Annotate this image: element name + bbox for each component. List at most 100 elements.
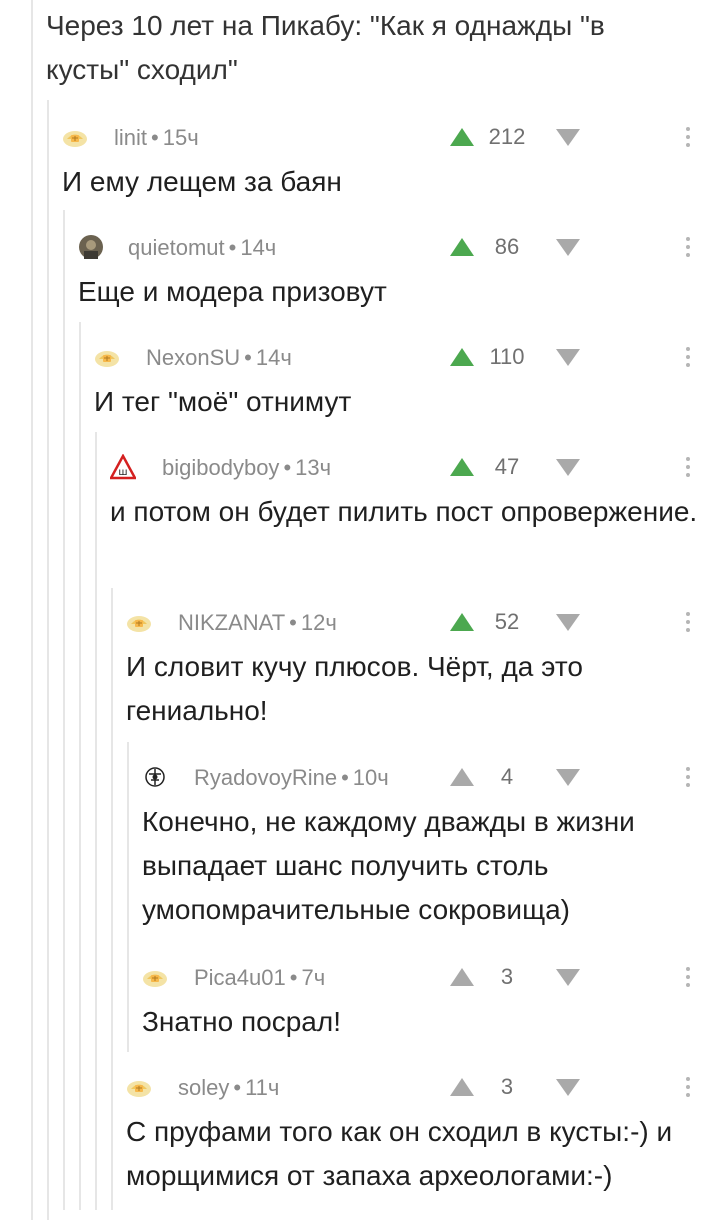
comment-header: Pica4u01 • 7ч 3	[142, 962, 720, 992]
author-name[interactable]: quietomut	[128, 235, 225, 260]
comment-rating: 47	[494, 454, 520, 479]
upvote-arrow-icon[interactable]	[450, 1078, 474, 1096]
parent-comment-text: Через 10 лет на Пикабу: "Как я однажды "…	[46, 10, 605, 85]
separator-dot: •	[283, 455, 292, 480]
comment-rating: 86	[494, 234, 520, 259]
author-name[interactable]: bigibodyboy	[162, 455, 279, 480]
comment-text: И тег "моё" отнимут	[94, 386, 352, 417]
downvote-arrow-icon[interactable]	[556, 1079, 580, 1096]
comment-text: и потом он будет пилить пост опровержени…	[110, 496, 698, 527]
downvote-arrow-icon[interactable]	[556, 769, 580, 786]
comment: soley • 11ч 3 С пруфами того как он сходил в…	[126, 1072, 720, 1198]
thread-line	[127, 742, 129, 1052]
comment-rating: 3	[500, 964, 514, 989]
comment: RyadovoyRine • 10ч 4 Конечно, не каждому два…	[142, 762, 720, 932]
comment-text: И словит кучу плюсов. Чёрт, да это гениа…	[126, 651, 583, 726]
separator-dot: •	[228, 235, 237, 260]
thread-line	[111, 588, 113, 1210]
comment: linit • 15ч 212 И ему лещем за баян	[62, 122, 720, 204]
downvote-arrow-icon[interactable]	[556, 349, 580, 366]
upvote-arrow-icon[interactable]	[450, 238, 474, 256]
default-avatar-icon[interactable]	[142, 964, 168, 990]
default-avatar-icon[interactable]	[62, 124, 88, 150]
photo-avatar-icon[interactable]	[78, 234, 104, 260]
comment-text: Еще и модера призовут	[78, 276, 387, 307]
comment-time: 10ч	[352, 765, 389, 790]
comment-meta: bigibodyboy • 13ч	[162, 455, 331, 481]
comment-header: ш bigibodyboy • 13ч 47	[110, 452, 720, 482]
comment: NIKZANAT • 12ч 52 И словит кучу плюсов. Чёрт…	[126, 607, 720, 733]
upvote-arrow-icon[interactable]	[450, 968, 474, 986]
author-name[interactable]: RyadovoyRine	[194, 765, 337, 790]
more-options-icon[interactable]	[673, 232, 703, 262]
comment-text: Знатно посрал!	[142, 1006, 341, 1037]
upvote-arrow-icon[interactable]	[450, 458, 474, 476]
upvote-arrow-icon[interactable]	[450, 348, 474, 366]
comment-time: 15ч	[162, 125, 199, 150]
comment: ш bigibodyboy • 13ч 47 и потом он будет пилит…	[110, 452, 720, 534]
more-options-icon[interactable]	[673, 607, 703, 637]
comment: Pica4u01 • 7ч 3 Знатно посрал!	[142, 962, 720, 1044]
comment-header: linit • 15ч 212	[62, 122, 720, 152]
upvote-arrow-icon[interactable]	[450, 613, 474, 631]
comment-header: soley • 11ч 3	[126, 1072, 720, 1102]
comment-meta: quietomut • 14ч	[128, 235, 276, 261]
warning-sign-avatar-icon[interactable]: ш	[110, 454, 136, 480]
separator-dot: •	[244, 345, 252, 370]
comment-rating: 3	[500, 1074, 514, 1099]
separator-dot: •	[341, 765, 349, 790]
comment-header: RyadovoyRine • 10ч 4	[142, 762, 720, 792]
comment: quietomut • 14ч 86 Еще и модера призовут	[78, 232, 720, 314]
comment-text: И ему лещем за баян	[62, 166, 342, 197]
emblem-avatar-icon[interactable]	[142, 764, 168, 790]
separator-dot: •	[289, 965, 298, 990]
default-avatar-icon[interactable]	[126, 609, 152, 635]
downvote-arrow-icon[interactable]	[556, 239, 580, 256]
upvote-arrow-icon[interactable]	[450, 768, 474, 786]
more-options-icon[interactable]	[673, 962, 703, 992]
downvote-arrow-icon[interactable]	[556, 969, 580, 986]
comment-rating: 110	[489, 344, 525, 369]
comment-time: 14ч	[255, 345, 292, 370]
comment-meta: RyadovoyRine • 10ч	[194, 765, 389, 791]
more-options-icon[interactable]	[673, 342, 703, 372]
author-name[interactable]: NexonSU	[146, 345, 240, 370]
author-name[interactable]: Pica4u01	[194, 965, 286, 990]
downvote-arrow-icon[interactable]	[556, 129, 580, 146]
default-avatar-icon[interactable]	[94, 344, 120, 370]
thread-line	[95, 432, 97, 1210]
comment-meta: NIKZANAT • 12ч	[178, 610, 337, 636]
separator-dot: •	[151, 125, 159, 150]
comment-header: quietomut • 14ч 86	[78, 232, 720, 262]
comment-header: NIKZANAT • 12ч 52	[126, 607, 720, 637]
comment-time: 13ч	[295, 455, 332, 480]
comment: NexonSU • 14ч 110 И тег "моё" отнимут	[94, 342, 720, 424]
comment-rating: 52	[494, 609, 520, 634]
downvote-arrow-icon[interactable]	[556, 459, 580, 476]
upvote-arrow-icon[interactable]	[450, 128, 474, 146]
thread-line	[79, 322, 81, 1210]
author-name[interactable]: NIKZANAT	[178, 610, 285, 635]
comment-text: С пруфами того как он сходил в кусты:-) …	[126, 1116, 673, 1191]
comment-header: NexonSU • 14ч 110	[94, 342, 720, 372]
comment-time: 14ч	[240, 235, 277, 260]
downvote-arrow-icon[interactable]	[556, 614, 580, 631]
more-options-icon[interactable]	[673, 762, 703, 792]
separator-dot: •	[233, 1075, 242, 1100]
author-name[interactable]: soley	[178, 1075, 229, 1100]
comment-meta: soley • 11ч	[178, 1075, 279, 1101]
more-options-icon[interactable]	[673, 1072, 703, 1102]
comment-time: 7ч	[301, 965, 326, 990]
comment-rating: 212	[488, 124, 526, 149]
svg-text:ш: ш	[118, 467, 127, 478]
comment-meta: NexonSU • 14ч	[146, 345, 292, 371]
more-options-icon[interactable]	[673, 122, 703, 152]
author-name[interactable]: linit	[114, 125, 147, 150]
comment-meta: Pica4u01 • 7ч	[194, 965, 325, 991]
comment-time: 11ч	[245, 1075, 280, 1100]
default-avatar-icon[interactable]	[126, 1074, 152, 1100]
comment-rating: 4	[500, 764, 514, 789]
thread-line	[47, 100, 49, 1220]
more-options-icon[interactable]	[673, 452, 703, 482]
thread-line	[63, 210, 65, 1210]
